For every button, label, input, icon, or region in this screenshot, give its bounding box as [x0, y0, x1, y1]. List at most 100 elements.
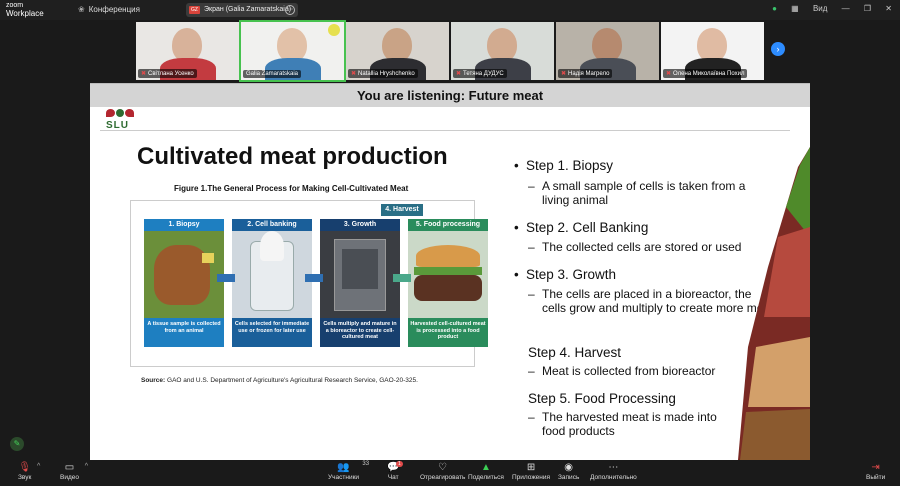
slu-logo: SLU: [106, 109, 136, 131]
chat-button[interactable]: 💬 1 Чат: [387, 461, 403, 481]
mic-muted-icon: 🎙: [18, 462, 32, 473]
maximize-icon[interactable]: ❐: [864, 4, 871, 13]
leave-icon: ⇥: [871, 462, 880, 473]
participant-name: Natallia Hryshchenko: [358, 71, 415, 77]
participants-label: Участники: [328, 474, 360, 481]
participant-face: [382, 28, 412, 62]
participant-name: Світлана Усенко: [148, 71, 194, 77]
bullet-title: Step 3. Growth: [526, 267, 617, 282]
apps-label: Приложения: [512, 474, 551, 481]
participant-face: [487, 28, 517, 62]
bullet-dot: •: [514, 267, 519, 282]
step-caption: Cells selected for immediate use or froz…: [234, 321, 310, 334]
figure-step-food-processing: 5. Food processing Harvested cell-cultur…: [408, 219, 488, 347]
step-header: 2. Cell banking: [247, 221, 297, 228]
flow-arrow: [393, 274, 411, 282]
meeting-tab-label: Конференция: [88, 5, 140, 14]
figure-title: Figure 1.The General Process for Making …: [174, 184, 409, 193]
shield-icon[interactable]: ●: [772, 4, 777, 13]
apps-button[interactable]: ⊞ Приложения: [512, 462, 550, 481]
participant-tile[interactable]: ✖ Світлана Усенко: [136, 22, 239, 80]
vial-rack: [260, 231, 284, 261]
bullet-title: Step 4. Harvest: [528, 345, 622, 360]
sub-dash: –: [528, 240, 535, 254]
figure-source: Source: GAO and U.S. Department of Agric…: [141, 377, 418, 384]
more-options-icon[interactable]: ⋯: [285, 5, 295, 15]
participant-name-tag: ✖ Natallia Hryshchenko: [348, 69, 418, 78]
figure-step-biopsy: 1. Biopsy A tissue sample is collected f…: [144, 219, 224, 347]
bullet-step2: • Step 2. Cell Banking: [514, 219, 649, 236]
figure-step-cell-banking: 2. Cell banking Cells selected for immed…: [232, 219, 312, 347]
food-photo-strip: [738, 147, 810, 460]
patty: [414, 275, 482, 301]
share-button[interactable]: ▲ Поделиться: [468, 462, 504, 481]
participant-tile[interactable]: ✖ Олена Миколаївна Похил: [661, 22, 764, 80]
leave-button[interactable]: ⇥ Выйти: [866, 462, 885, 481]
bullet-step1: • Step 1. Biopsy: [514, 157, 614, 174]
step-caption: Harvested cell-cultured meat is processe…: [410, 321, 486, 340]
participant-name-tag: ✖ Надія Магрело: [558, 69, 613, 78]
board-photo: [740, 409, 810, 460]
minimize-icon[interactable]: —: [842, 4, 850, 13]
shared-slide: SLU Cultivated meat production Figure 1.…: [90, 107, 810, 460]
title-bar: zoom Workplace ❀ Конференция GZ Экран (Ga…: [0, 0, 900, 20]
participant-tile[interactable]: ✖ Тетяна ДУДУС: [451, 22, 554, 80]
react-button[interactable]: ♡ Отреагировать: [420, 462, 465, 481]
slide-title: Cultivated meat production: [137, 143, 448, 170]
step-header: 3. Growth: [343, 221, 377, 228]
flow-arrow: [305, 274, 323, 282]
participant-name: Тетяна ДУДУС: [463, 71, 504, 77]
participant-tile-active[interactable]: Galia Zamaratskaia: [239, 20, 346, 82]
record-label: Запись: [558, 474, 580, 481]
audio-button[interactable]: 🎙 Звук ^: [18, 462, 40, 481]
chat-badge: 1: [396, 461, 403, 467]
participant-name: Надія Магрело: [568, 71, 610, 77]
participant-name-tag: Galia Zamaratskaia: [243, 70, 302, 78]
record-button[interactable]: ◉ Запись: [558, 462, 579, 481]
annotate-pencil-icon[interactable]: ✎: [10, 437, 24, 451]
mic-muted-icon: ✖: [561, 71, 567, 77]
more-icon: ⋯: [608, 462, 619, 473]
participants-count: 33: [362, 461, 370, 467]
source-text: GAO and U.S. Department of Agriculture's…: [167, 377, 418, 384]
participants-button[interactable]: 👥 Участники 33: [328, 461, 369, 481]
step-header: 1. Biopsy: [168, 221, 200, 228]
header-divider: [100, 130, 790, 131]
participant-face: [172, 28, 202, 62]
bullet-title: Step 5. Food Processing: [528, 391, 676, 406]
bullet-dot: •: [514, 220, 519, 235]
bioreactor-image: [320, 231, 400, 318]
participant-face: [697, 28, 727, 62]
heart-icon: ♡: [438, 462, 448, 473]
bullet-title: Step 2. Cell Banking: [526, 220, 649, 235]
bullet-title: Step 1. Biopsy: [526, 158, 614, 173]
participant-tile[interactable]: ✖ Надія Магрело: [556, 22, 659, 80]
sub-dash: –: [528, 287, 535, 301]
chevron-up-icon[interactable]: ^: [37, 463, 40, 470]
burger-image: [408, 231, 488, 318]
paw-icon: ❀: [78, 5, 85, 14]
lettuce: [414, 267, 482, 275]
process-figure: 4. Harvest 1. Biopsy A tissue sample is …: [130, 200, 488, 367]
screen-share-tab-label: Экран (Galia Zamaratskaia): [204, 6, 292, 13]
camera-icon: ▭: [64, 462, 75, 473]
sub-dash: –: [528, 179, 535, 193]
bullet-detail: Meat is collected from bioreactor: [542, 364, 716, 378]
close-icon[interactable]: ✕: [885, 4, 892, 13]
share-screen-icon: ▲: [481, 462, 491, 473]
video-button[interactable]: ▭ Видео ^: [60, 462, 88, 481]
logo-leaf-right: [125, 109, 134, 117]
sausage-photo: [748, 337, 810, 407]
chevron-up-icon[interactable]: ^: [85, 463, 88, 470]
chat-label: Чат: [387, 474, 399, 481]
window-controls: ● ▦ Вид — ❐ ✕: [760, 4, 892, 13]
participant-tile[interactable]: ✖ Natallia Hryshchenko: [346, 22, 449, 80]
more-button[interactable]: ⋯ Дополнительно: [590, 462, 637, 481]
mic-muted-icon: ✖: [351, 71, 357, 77]
screen-share-tab[interactable]: GZ Экран (Galia Zamaratskaia) ⋯: [186, 3, 298, 17]
listening-banner: You are listening: Future meat: [90, 83, 810, 107]
meeting-tab[interactable]: ❀ Конференция: [78, 5, 140, 14]
next-page-arrow-icon[interactable]: ›: [771, 42, 785, 56]
view-icon[interactable]: ▦ Вид: [791, 4, 827, 13]
participant-face: [277, 28, 307, 62]
